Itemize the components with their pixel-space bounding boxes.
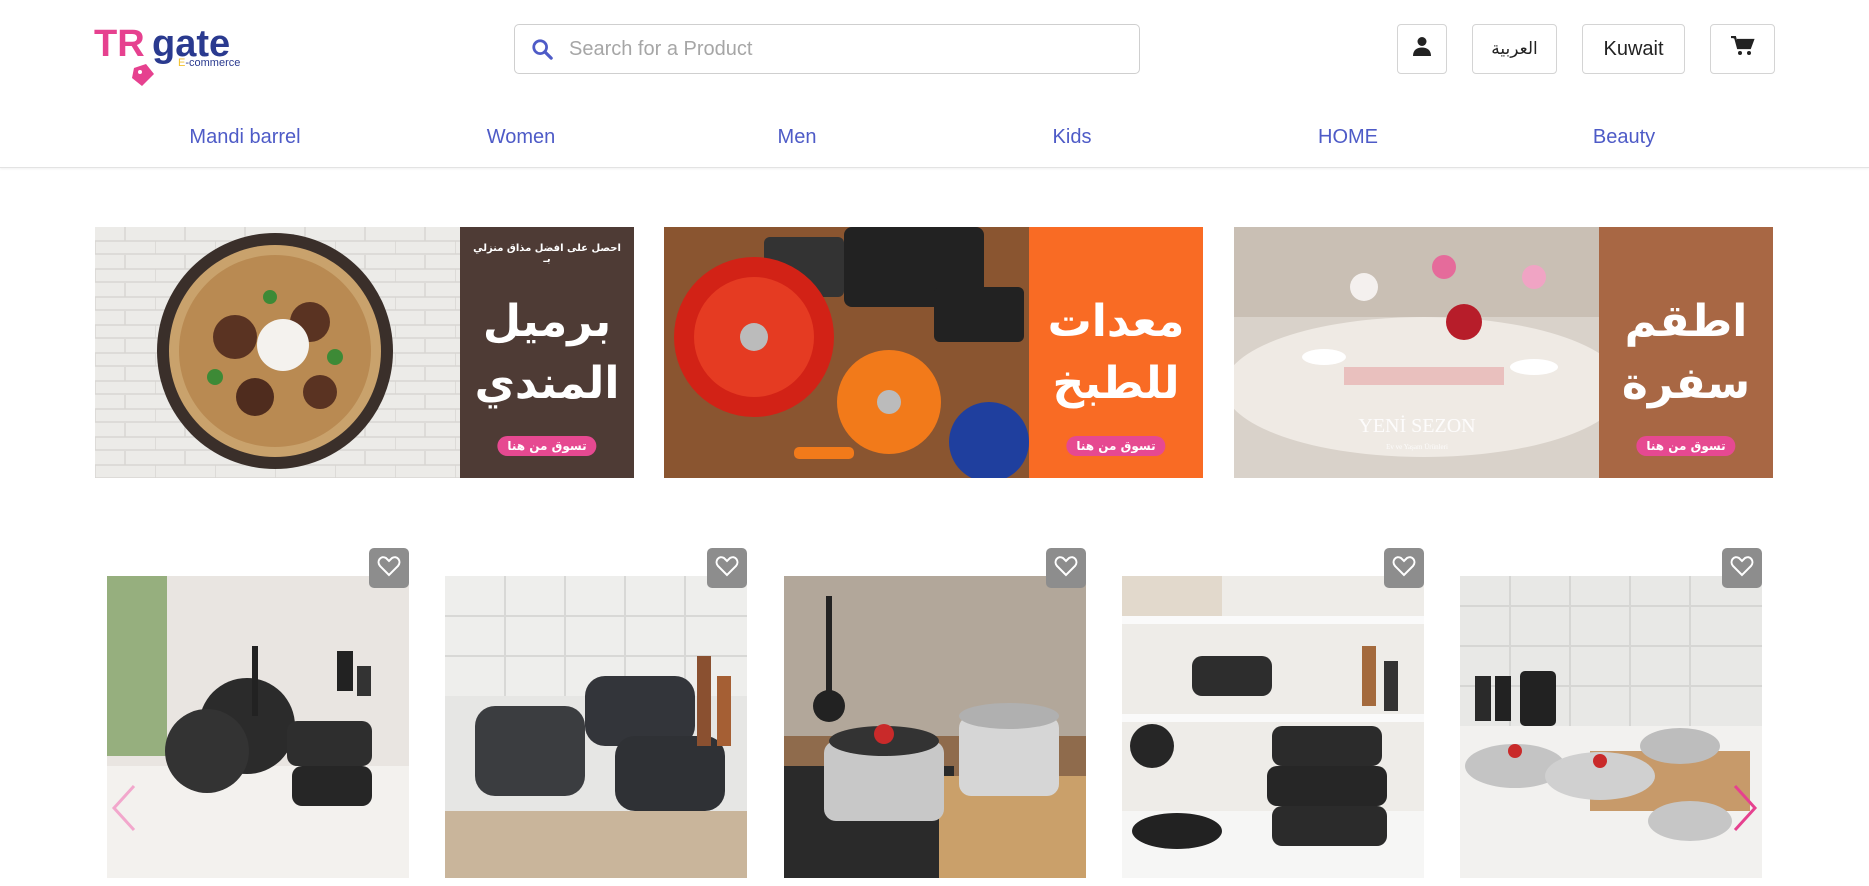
favorite-button[interactable] — [1384, 548, 1424, 588]
product-image[interactable] — [445, 576, 747, 878]
banner-tableware-cta[interactable]: تسوق من هنا — [1636, 436, 1736, 456]
search-bar — [514, 24, 1140, 74]
country-button[interactable]: Kuwait — [1582, 24, 1685, 74]
product-card[interactable] — [107, 548, 409, 878]
category-nav: Mandi barrel Women Men Kids HOME Beauty — [0, 118, 1869, 158]
banner-mandi-title-2: المندي — [474, 357, 620, 409]
banner-mandi-image — [95, 227, 461, 478]
search-input[interactable] — [569, 29, 1109, 69]
banner-tableware-watermark-sub: Ev ve Yaşam Ürünleri — [1386, 443, 1448, 451]
heart-icon — [1730, 555, 1754, 582]
banner-cookware-title-1: معدات — [1047, 295, 1185, 347]
banner-cookware-panel: معدات للطبخ تسوق من هنا — [1029, 227, 1203, 478]
heart-icon — [377, 555, 401, 582]
carousel-prev-button[interactable] — [104, 780, 144, 840]
cart-icon — [1730, 35, 1755, 62]
nav-item-beauty[interactable]: Beauty — [1593, 126, 1655, 149]
favorite-button[interactable] — [707, 548, 747, 588]
logo-mark: TR gate E-commerce — [94, 23, 240, 86]
nav-item-home[interactable]: HOME — [1318, 126, 1378, 149]
product-card[interactable] — [1122, 548, 1424, 878]
banner-mandi[interactable]: احصل على افضل مذاق منزلي بـ برميل المندي… — [95, 227, 634, 478]
product-card[interactable] — [445, 548, 747, 878]
banner-tableware[interactable]: YENİ SEZON Ev ve Yaşam Ürünleri اطقم سفر… — [1234, 227, 1773, 478]
language-button[interactable]: العربية — [1472, 24, 1557, 74]
banner-cookware[interactable]: معدات للطبخ تسوق من هنا — [664, 227, 1203, 478]
country-label: Kuwait — [1603, 37, 1664, 60]
product-card[interactable] — [1460, 548, 1762, 878]
language-label: العربية — [1491, 39, 1538, 59]
banner-tableware-title-1: اطقم — [1624, 295, 1748, 347]
banner-cookware-cta[interactable]: تسوق من هنا — [1066, 436, 1166, 456]
banner-tableware-watermark: YENİ SEZON — [1358, 414, 1475, 437]
nav-item-women[interactable]: Women — [487, 126, 556, 149]
cart-button[interactable] — [1710, 24, 1775, 74]
favorite-button[interactable] — [369, 548, 409, 588]
favorite-button[interactable] — [1722, 548, 1762, 588]
carousel-next-button[interactable] — [1725, 780, 1765, 840]
banner-cookware-image — [664, 227, 1030, 478]
banner-tableware-panel: اطقم سفرة تسوق من هنا — [1599, 227, 1773, 478]
product-card[interactable] — [784, 548, 1086, 878]
banner-mandi-panel: احصل على افضل مذاق منزلي بـ برميل المندي… — [460, 227, 634, 478]
chevron-left-icon — [109, 783, 139, 838]
heart-icon — [715, 555, 739, 582]
favorite-button[interactable] — [1046, 548, 1086, 588]
product-image[interactable] — [1460, 576, 1762, 878]
search-icon[interactable] — [515, 25, 569, 73]
banner-mandi-cta[interactable]: تسوق من هنا — [497, 436, 597, 456]
product-image[interactable] — [1122, 576, 1424, 878]
nav-item-men[interactable]: Men — [778, 126, 817, 149]
heart-icon — [1392, 555, 1416, 582]
svg-text:TR: TR — [94, 23, 145, 65]
banner-mandi-title-1: برميل — [482, 295, 612, 347]
nav-item-kids[interactable]: Kids — [1053, 126, 1092, 149]
product-image[interactable] — [784, 576, 1086, 878]
logo[interactable]: TR gate E-commerce — [94, 18, 264, 90]
site-header: TR gate E-commerce العربية Kuwait Mandi … — [0, 0, 1869, 168]
banner-cookware-title-2: للطبخ — [1052, 357, 1180, 409]
banner-tableware-title-2: سفرة — [1621, 357, 1751, 409]
account-button[interactable] — [1397, 24, 1447, 74]
banner-mandi-top-text: احصل على افضل مذاق منزلي بـ — [473, 243, 621, 265]
user-icon — [1413, 36, 1431, 62]
chevron-right-icon — [1730, 783, 1760, 838]
heart-icon — [1054, 555, 1078, 582]
banner-tableware-image: YENİ SEZON Ev ve Yaşam Ürünleri — [1234, 227, 1624, 478]
product-image[interactable] — [107, 576, 409, 878]
nav-item-mandi-barrel[interactable]: Mandi barrel — [189, 126, 300, 149]
svg-text:E-commerce: E-commerce — [178, 57, 240, 69]
